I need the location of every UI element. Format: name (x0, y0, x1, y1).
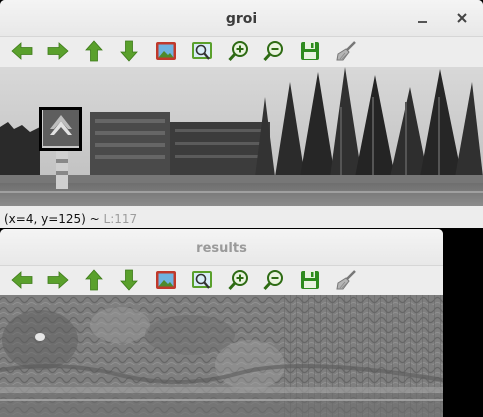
status-bar: (x=4, y=125) ~ L:117 (0, 208, 483, 228)
image-icon (156, 42, 176, 60)
zoom-fit-button[interactable] (190, 39, 214, 63)
brush-icon (336, 41, 356, 61)
pan-left-button[interactable] (10, 39, 34, 63)
groi-window: groi (x=4, y=125) ~ L:117 (0, 0, 483, 228)
zoom-in-icon (228, 270, 248, 291)
save-button[interactable] (298, 39, 322, 63)
arrow-right-icon (47, 271, 69, 289)
zoom-in-button[interactable] (227, 39, 251, 63)
pan-left-button[interactable] (10, 268, 34, 292)
image-icon (156, 271, 176, 289)
minimize-button[interactable] (414, 9, 432, 27)
pan-right-button[interactable] (46, 39, 70, 63)
zoom-in-button[interactable] (227, 268, 251, 292)
zoom-out-button[interactable] (262, 268, 286, 292)
pan-up-button[interactable] (82, 39, 106, 63)
pan-down-button[interactable] (117, 39, 141, 63)
arrow-left-icon (11, 42, 33, 60)
save-icon (301, 42, 319, 60)
minimize-icon (418, 21, 427, 23)
zoom-out-button[interactable] (262, 39, 286, 63)
street-image (0, 67, 483, 206)
zoom-in-icon (228, 41, 248, 62)
toolbar (0, 36, 483, 66)
close-button[interactable] (453, 9, 471, 27)
toolbar (0, 265, 443, 295)
arrow-up-icon (85, 40, 103, 62)
zoom-out-icon (263, 41, 283, 62)
zoom-out-icon (263, 270, 283, 291)
results-window: results (0, 229, 443, 417)
original-size-button[interactable] (154, 268, 178, 292)
arrow-down-icon (120, 40, 138, 62)
zoom-fit-icon (192, 271, 212, 289)
brush-icon (336, 270, 356, 290)
arrow-right-icon (47, 42, 69, 60)
clear-button[interactable] (334, 39, 358, 63)
zoom-fit-icon (192, 42, 212, 60)
pan-up-button[interactable] (82, 268, 106, 292)
titlebar[interactable]: groi (0, 0, 483, 37)
arrow-up-icon (85, 269, 103, 291)
image-canvas[interactable] (0, 67, 483, 206)
save-icon (301, 271, 319, 289)
arrow-left-icon (11, 271, 33, 289)
zoom-fit-button[interactable] (190, 268, 214, 292)
save-button[interactable] (298, 268, 322, 292)
titlebar[interactable]: results (0, 229, 443, 266)
clear-button[interactable] (334, 268, 358, 292)
window-title: groi (225, 11, 258, 27)
pixel-level: L:117 (103, 212, 138, 226)
pan-right-button[interactable] (46, 268, 70, 292)
close-icon (457, 13, 467, 23)
arrow-down-icon (120, 269, 138, 291)
window-title: results (196, 241, 247, 256)
cursor-coordinates: (x=4, y=125) ~ (4, 212, 100, 226)
result-canvas[interactable] (0, 295, 443, 417)
result-image (0, 295, 443, 417)
original-size-button[interactable] (154, 39, 178, 63)
pan-down-button[interactable] (117, 268, 141, 292)
